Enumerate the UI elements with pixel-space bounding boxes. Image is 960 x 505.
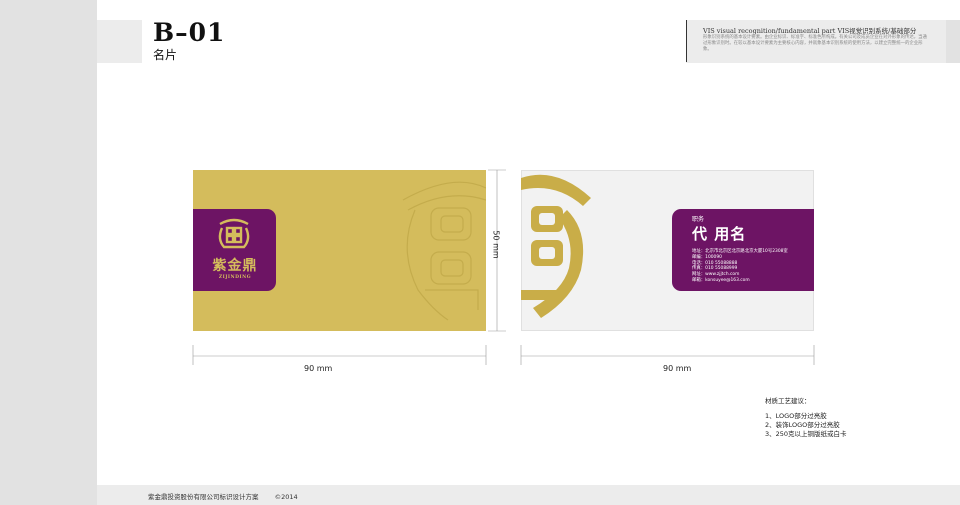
- page-subtitle: 名片: [153, 48, 178, 62]
- back-width-dimension-label: 90 mm: [663, 364, 692, 373]
- contact-details: 地址：北京市北京区北京路北京大厦10号2308室 邮编：100090 电话：01…: [692, 249, 788, 284]
- material-note-item: 2、装饰LOGO部分过亮胶: [765, 421, 840, 429]
- vis-section-description: 形象识别系统的基本设计要素。由企业标识、标准字、标准色所构成。有关公司及成员企业…: [703, 35, 927, 53]
- contact-address: 地址：北京市北京区北京路北京大厦10号2308室: [692, 249, 788, 254]
- material-notes: 材质工艺建议： 1、LOGO部分过亮胶 2、装饰LOGO部分过亮胶 3、250克…: [765, 397, 847, 439]
- material-note-item: 3、250克以上铜版纸或白卡: [765, 430, 847, 438]
- zijinding-emblem-icon: [218, 218, 250, 249]
- left-margin-band: [0, 0, 97, 505]
- footer-company: 紫金鼎投资股份有限公司标识设计方案: [148, 493, 259, 501]
- material-note-item: 1、LOGO部分过亮胶: [765, 412, 827, 420]
- job-title: 职务: [692, 216, 705, 223]
- header-divider: [686, 20, 687, 62]
- vis-section-title: VIS visual recognition/fundamental part …: [703, 27, 917, 35]
- brand-name-cn: 紫金鼎: [212, 258, 258, 274]
- front-width-dimension-label: 90 mm: [304, 364, 333, 373]
- footer-copyright: ©2014: [274, 493, 298, 501]
- contact-email: 邮箱：konsuyee@163.com: [692, 277, 750, 283]
- brand-name-en: ZIJINDING: [218, 275, 252, 280]
- page-code: B–01: [153, 18, 226, 47]
- footer: 紫金鼎投资股份有限公司标识设计方案 ©2014: [148, 491, 298, 501]
- material-notes-title: 材质工艺建议：: [765, 397, 811, 405]
- person-name: 代 用名: [692, 225, 747, 243]
- height-dimension-label: 50 mm: [491, 230, 501, 259]
- header-band-right-edge: [946, 20, 960, 63]
